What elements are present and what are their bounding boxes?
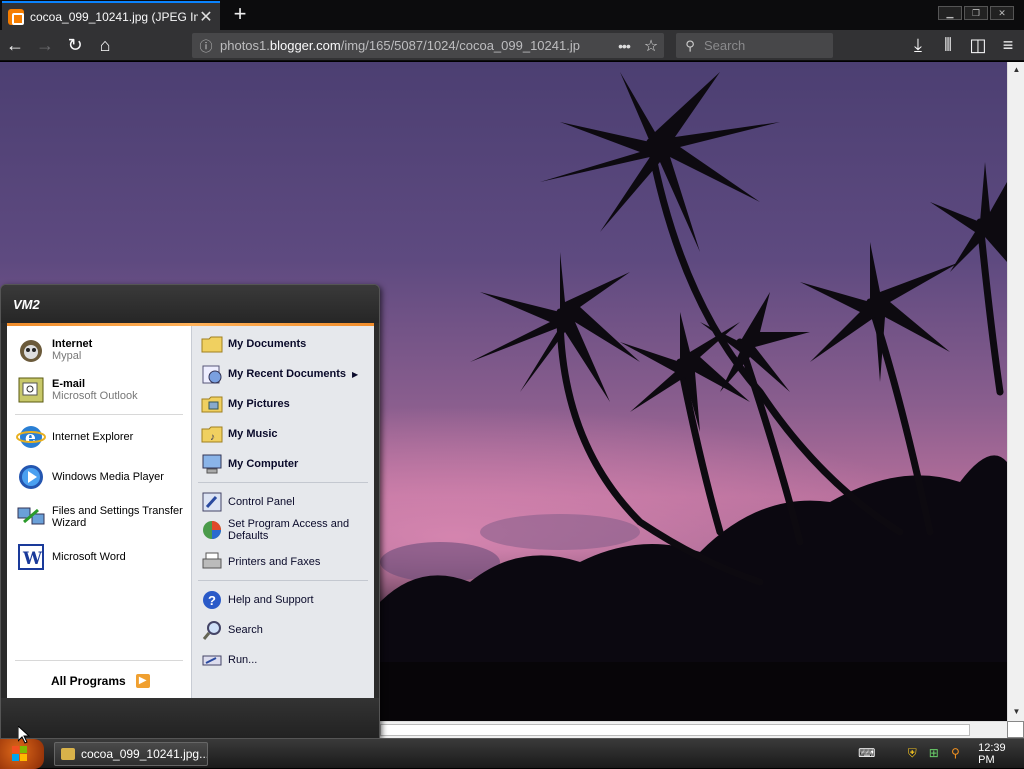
site-info-icon[interactable]: ⓘ — [192, 36, 220, 55]
horizontal-scroll-thumb[interactable] — [380, 724, 970, 736]
mouse-cursor-icon — [18, 726, 30, 744]
downloads-icon[interactable]: ⤓ — [906, 34, 930, 58]
folder-icon — [200, 332, 224, 356]
bookmark-star-icon[interactable]: ☆ — [638, 36, 664, 56]
search-box[interactable]: ⚲ Search — [676, 33, 833, 58]
recent-transfer-wizard[interactable]: Files and Settings Transfer Wizard — [15, 501, 183, 533]
run-icon — [200, 648, 224, 672]
scroll-up-arrow-icon[interactable]: ▲ — [1011, 65, 1022, 76]
browser-tab[interactable]: cocoa_099_10241.jpg (JPEG Imag ✕ — [2, 1, 220, 30]
search-item[interactable]: Search — [200, 618, 263, 642]
browser-task-icon — [61, 748, 75, 760]
sidebar-icon[interactable]: ◫ — [966, 34, 990, 58]
taskbar-browser-window[interactable]: cocoa_099_10241.jpg... — [54, 742, 208, 766]
recent-internet-explorer[interactable]: e Internet Explorer — [15, 421, 133, 453]
horizontal-scrollbar[interactable] — [380, 721, 1007, 738]
mypal-icon — [15, 334, 47, 366]
control-panel-icon — [200, 490, 224, 514]
media-player-icon — [15, 461, 47, 493]
menu-icon[interactable]: ≡ — [996, 34, 1020, 58]
settings-printers-faxes[interactable]: Printers and Faxes — [200, 550, 320, 574]
vertical-scrollbar[interactable]: ▲ ▼ — [1007, 62, 1024, 721]
ie-icon: e — [15, 421, 47, 453]
reload-button[interactable]: ↻ — [63, 34, 87, 58]
url-text[interactable]: photos1.blogger.com/img/165/5087/1024/co… — [220, 38, 610, 53]
scroll-down-arrow-icon[interactable]: ▼ — [1011, 707, 1022, 718]
transfer-wizard-icon — [15, 501, 47, 533]
blogger-favicon-icon — [8, 8, 24, 25]
search-placeholder: Search — [704, 38, 746, 53]
printer-icon — [200, 550, 224, 574]
program-defaults-icon — [200, 518, 224, 542]
page-actions-icon[interactable]: ••• — [610, 38, 638, 54]
scroll-corner — [1007, 721, 1024, 738]
places-separator — [198, 482, 368, 483]
submenu-arrow-icon: ▶ — [351, 369, 359, 379]
nav-toolbar: ← → ↻ ⌂ ⓘ photos1.blogger.com/img/165/50… — [0, 30, 1024, 61]
start-menu-user: VM2 — [1, 285, 379, 323]
help-icon: ? — [200, 588, 224, 612]
settings-program-access[interactable]: Set Program Access and Defaults — [200, 518, 349, 542]
pinned-separator — [15, 414, 183, 415]
new-tab-button[interactable]: + — [228, 3, 252, 27]
pinned-email[interactable]: E-mail Microsoft Outlook — [15, 374, 138, 406]
start-menu-programs-pane: Internet Mypal E-mail Microsoft Outlook e … — [7, 326, 191, 698]
search-icon — [200, 618, 224, 642]
svg-text:♪: ♪ — [210, 432, 215, 443]
recent-windows-media-player[interactable]: Windows Media Player — [15, 461, 164, 493]
recent-docs-icon — [200, 362, 224, 386]
system-tray: ⌨ ⛨ ⊞ ⚲ 12:39 PM — [858, 739, 1024, 769]
clock[interactable]: 12:39 PM — [978, 742, 1024, 766]
settings-control-panel[interactable]: Control Panel — [200, 490, 295, 514]
library-icon[interactable]: ⫴ — [936, 34, 960, 58]
word-icon: W — [15, 541, 47, 573]
help-and-support[interactable]: ? Help and Support — [200, 588, 314, 612]
network-icon[interactable]: ⊞ — [925, 746, 943, 762]
back-button[interactable]: ← — [3, 34, 27, 58]
place-my-documents[interactable]: My Documents — [200, 332, 306, 356]
tab-title: cocoa_099_10241.jpg (JPEG Imag — [30, 9, 198, 24]
settings-separator — [198, 580, 368, 581]
svg-text:e: e — [25, 428, 36, 448]
svg-text:W: W — [22, 549, 43, 569]
svg-text:?: ? — [208, 593, 216, 608]
url-bar[interactable]: ⓘ photos1.blogger.com/img/165/5087/1024/… — [192, 33, 664, 58]
restore-button[interactable]: ❐ — [964, 6, 988, 20]
search-glass-icon: ⚲ — [685, 37, 695, 53]
close-window-button[interactable]: ✕ — [990, 6, 1014, 20]
start-menu: VM2 Internet Mypal E-mail Microsoft Outloo… — [0, 284, 380, 738]
close-tab-icon[interactable]: ✕ — [198, 7, 214, 27]
tray-search-icon[interactable]: ⚲ — [947, 746, 965, 762]
recent-microsoft-word[interactable]: W Microsoft Word — [15, 541, 126, 573]
all-programs-arrow-icon: ▶ — [135, 674, 150, 688]
pictures-folder-icon — [200, 392, 224, 416]
all-programs-button[interactable]: All Programs ▶ — [51, 674, 150, 688]
keyboard-icon[interactable]: ⌨ — [858, 746, 876, 762]
place-my-music[interactable]: ♪ My Music — [200, 422, 278, 446]
home-button[interactable]: ⌂ — [93, 34, 117, 58]
run-item[interactable]: Run... — [200, 648, 257, 672]
music-folder-icon: ♪ — [200, 422, 224, 446]
outlook-icon — [15, 374, 47, 406]
taskbar: cocoa_099_10241.jpg... ⌨ ⛨ ⊞ ⚲ 12:39 PM — [0, 738, 1024, 769]
security-shield-icon[interactable]: ⛨ — [904, 746, 922, 762]
start-menu-footer — [1, 698, 379, 738]
pinned-internet[interactable]: Internet Mypal — [15, 334, 92, 366]
place-my-computer[interactable]: My Computer — [200, 452, 298, 476]
computer-icon — [200, 452, 224, 476]
tab-strip: cocoa_099_10241.jpg (JPEG Imag ✕ + ▁ ❐ ✕ — [0, 0, 1024, 30]
windows-flag-icon — [12, 746, 27, 761]
start-menu-places-pane: My Documents My Recent Documents ▶ My Pi… — [191, 326, 374, 698]
place-my-pictures[interactable]: My Pictures — [200, 392, 290, 416]
all-programs-separator — [15, 660, 183, 661]
forward-button[interactable]: → — [33, 34, 57, 58]
minimize-button[interactable]: ▁ — [938, 6, 962, 20]
place-my-recent-documents[interactable]: My Recent Documents ▶ — [200, 362, 358, 386]
